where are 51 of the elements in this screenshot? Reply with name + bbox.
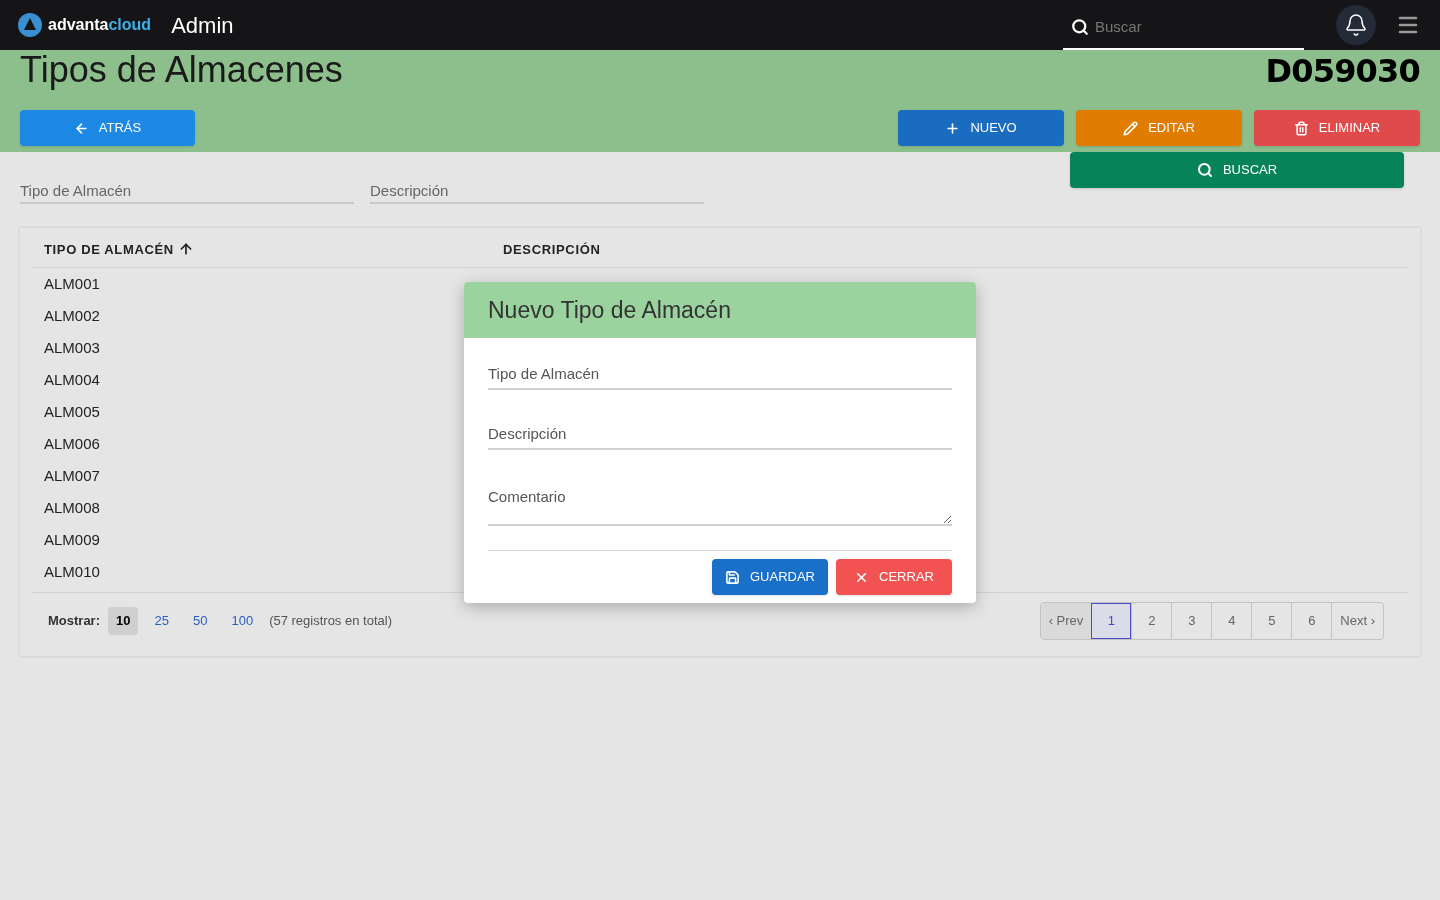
dialog-input-field[interactable]: Tipo de Almacén — [488, 358, 952, 390]
notifications-button[interactable] — [1336, 5, 1376, 45]
page-button[interactable]: 4 — [1211, 603, 1252, 639]
table-cell-text: ALM003 — [44, 337, 100, 358]
dialog-input-field[interactable]: Descripción — [488, 418, 952, 450]
pencil-icon — [1123, 120, 1139, 136]
table-cell-text: ALM001 — [44, 273, 100, 294]
page-size-option[interactable]: 50 — [184, 607, 216, 635]
filter-field[interactable]: Tipo de Almacén — [20, 178, 354, 204]
page-button[interactable]: 3 — [1171, 603, 1212, 639]
new-button[interactable]: NUEVO — [898, 110, 1064, 146]
table-cell-text: ALM008 — [44, 497, 100, 518]
app-title: Admin — [171, 11, 234, 40]
prev-button[interactable]: ‹ Prev — [1040, 603, 1092, 639]
page-button[interactable]: 2 — [1131, 603, 1172, 639]
bell-icon — [1344, 13, 1368, 37]
search-icon — [1196, 162, 1213, 178]
page-size-option[interactable]: 25 — [146, 607, 177, 635]
edit-button[interactable]: EDITAR — [1076, 110, 1242, 146]
table-cell-text: ALM006 — [44, 433, 100, 454]
table-cell-text: ALM007 — [44, 465, 100, 486]
save-button[interactable]: GUARDAR — [712, 559, 828, 595]
table-cell-text: ALM004 — [44, 369, 100, 390]
table-cell-text: ALM009 — [44, 529, 100, 550]
table-cell-text: ALM010 — [44, 561, 100, 582]
close-button[interactable]: CERRAR — [836, 559, 952, 595]
page-size-option[interactable]: 10 — [108, 607, 139, 635]
table-cell-text: ALM005 — [44, 401, 100, 422]
page-button[interactable]: 5 — [1251, 603, 1292, 639]
logo-icon — [16, 11, 44, 39]
logo-text: advantacloud — [48, 15, 152, 35]
column-header[interactable]: TIPO DE ALMACÉN — [44, 239, 174, 259]
search-icon — [1071, 18, 1089, 36]
page-button[interactable]: 6 — [1291, 603, 1332, 639]
delete-button[interactable]: ELIMINAR — [1254, 110, 1420, 146]
comment-field[interactable]: Comentario — [488, 470, 952, 526]
show-label: Mostrar: — [48, 612, 100, 631]
back-button[interactable]: ATRÁS — [20, 110, 195, 146]
dialog-title: Nuevo Tipo de Almacén — [488, 295, 731, 325]
page-size-option[interactable]: 100 — [223, 607, 262, 635]
next-button[interactable]: Next › — [1331, 603, 1383, 639]
plus-icon — [945, 120, 961, 136]
column-header[interactable]: DESCRIPCIÓN — [503, 239, 601, 259]
page-title: Tipos de Almacenes — [20, 50, 343, 90]
search-button[interactable]: BUSCAR — [1070, 152, 1404, 188]
total-records: (57 registros en total) — [269, 612, 392, 631]
page-button[interactable]: 1 — [1091, 603, 1132, 639]
record-code: D059030 — [1265, 51, 1420, 92]
table-cell-text: ALM002 — [44, 305, 100, 326]
filter-field[interactable]: Descripción — [370, 178, 704, 204]
trash-icon — [1293, 120, 1309, 136]
